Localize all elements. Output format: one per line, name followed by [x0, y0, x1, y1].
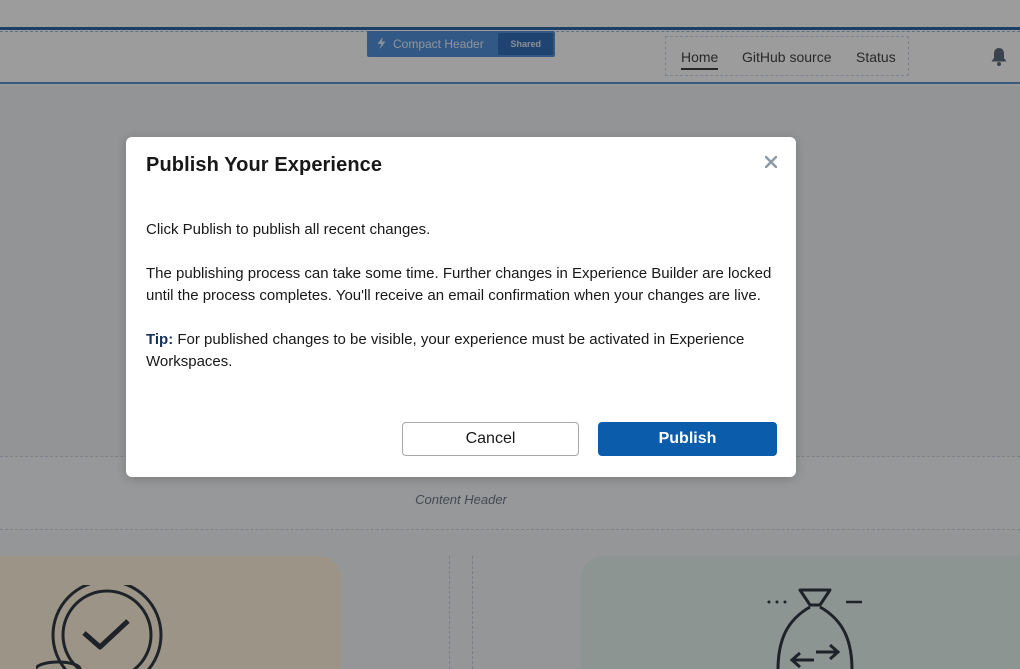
close-icon[interactable] [760, 151, 782, 173]
publish-modal: Publish Your Experience Click Publish to… [126, 137, 796, 477]
modal-body: Click Publish to publish all recent chan… [146, 219, 776, 395]
modal-title: Publish Your Experience [146, 154, 383, 176]
publish-button[interactable]: Publish [598, 422, 777, 456]
cancel-button[interactable]: Cancel [402, 422, 579, 456]
tip-label: Tip: [146, 331, 174, 348]
modal-tip: Tip: For published changes to be visible… [146, 329, 776, 373]
modal-paragraph-intro: Click Publish to publish all recent chan… [146, 221, 431, 238]
modal-paragraph-process: The publishing process can take some tim… [146, 265, 772, 304]
tip-text: For published changes to be visible, you… [146, 331, 745, 370]
